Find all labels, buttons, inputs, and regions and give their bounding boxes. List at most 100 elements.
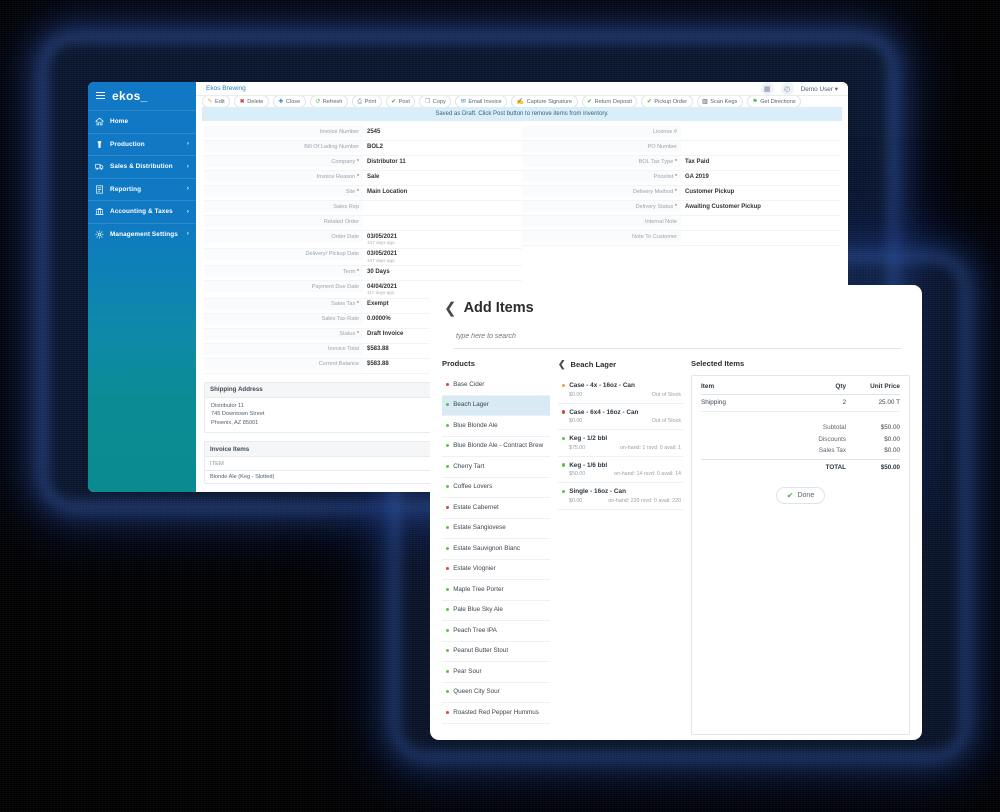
- form-value[interactable]: Sale: [363, 171, 522, 182]
- sidebar-item-accounting-taxes[interactable]: Accounting & Taxes ›: [88, 200, 196, 223]
- selected-items-panel: Item Qty Unit Price Shipping 2 25.00 T Sub…: [691, 375, 910, 735]
- capture-signature-button[interactable]: ✍ Capture Signature: [511, 96, 578, 108]
- table-row[interactable]: Shipping 2 25.00 T: [701, 395, 900, 412]
- list-item[interactable]: Roasted Red Pepper Hummus: [442, 703, 550, 724]
- form-value[interactable]: Main Location: [363, 186, 522, 197]
- selected-item-unit-price[interactable]: 25.00 T: [846, 399, 900, 406]
- list-item[interactable]: Estate Sangiovese: [442, 519, 550, 539]
- print-button[interactable]: ⎙ Print: [351, 96, 382, 108]
- chevron-right-icon: ›: [186, 208, 189, 215]
- selected-item-qty[interactable]: 2: [804, 399, 846, 406]
- edit-button[interactable]: ✎ Edit: [202, 96, 231, 108]
- get-directions-button[interactable]: ⚑ Get Directions: [746, 96, 802, 108]
- list-item[interactable]: Beach Lager: [442, 395, 550, 416]
- status-dot-icon: [446, 567, 450, 571]
- list-item[interactable]: Cherry Tart: [442, 457, 550, 478]
- variant-meta: $75.00 on-hand: 1 rsvd: 0 avail: 1: [562, 445, 681, 451]
- variant-list: Case - 4x - 16oz - Can $0.00 Out of Stock C…: [558, 377, 683, 510]
- form-value[interactable]: Tax Paid: [681, 156, 840, 167]
- variant-meta: $50.00 on-hand: 14 rsvd: 0 avail: 14: [562, 471, 681, 477]
- sidebar-item-reporting[interactable]: Reporting ›: [88, 177, 196, 201]
- modal-title: Add Items: [463, 300, 534, 316]
- scan-kegs-button[interactable]: ▥ Scan Kegs: [696, 96, 743, 108]
- edit-icon: ✎: [207, 98, 213, 105]
- form-value[interactable]: [363, 201, 522, 206]
- close-button[interactable]: ✚ Close: [272, 96, 306, 108]
- return-deposit-button[interactable]: ✔ Return Deposit: [581, 96, 638, 108]
- list-item[interactable]: Keg - 1/2 bbl $75.00 on-hand: 1 rsvd: 0 av…: [558, 430, 683, 457]
- form-value[interactable]: [681, 141, 840, 146]
- form-value[interactable]: [363, 216, 522, 221]
- form-label: Invoice Total: [204, 343, 363, 355]
- list-item[interactable]: Case - 6x4 - 16oz - Can $0.00 Out of Stock: [558, 404, 683, 430]
- list-item[interactable]: Case - 4x - 16oz - Can $0.00 Out of Stock: [558, 377, 683, 404]
- email-invoice-button[interactable]: ✉ Email Invoice: [455, 96, 508, 108]
- form-value[interactable]: [681, 126, 840, 131]
- list-item[interactable]: Blue Blonde Ale - Contract Brew: [442, 437, 550, 457]
- button-label: Print: [364, 98, 377, 105]
- list-item[interactable]: Estate Sauvignon Blanc: [442, 539, 550, 560]
- refresh-icon: ↺: [315, 98, 321, 105]
- list-item[interactable]: Peanut Butter Stout: [442, 642, 550, 662]
- form-value[interactable]: Awaiting Customer Pickup: [681, 201, 840, 212]
- list-item[interactable]: Peach Tree IPA: [442, 621, 550, 642]
- form-value[interactable]: 03/05/2021 147 days ago: [363, 249, 522, 266]
- list-item[interactable]: Maple Tree Porter: [442, 580, 550, 601]
- refresh-button[interactable]: ↺ Refresh: [309, 96, 348, 108]
- apps-grid-icon[interactable]: ▦: [760, 82, 774, 95]
- form-value[interactable]: Distributor 11: [363, 156, 522, 167]
- form-row: PO Number: [522, 141, 840, 157]
- total-value: $0.00: [884, 446, 900, 454]
- back-chevron-icon[interactable]: ❮: [558, 359, 566, 370]
- list-item[interactable]: Pale Blue Sky Ale: [442, 601, 550, 621]
- form-value[interactable]: 03/05/2021 147 days ago: [363, 231, 522, 248]
- list-item[interactable]: Blue Blonde Ale: [442, 416, 550, 437]
- search-input[interactable]: [454, 332, 906, 341]
- form-value[interactable]: 30 Days: [363, 266, 522, 277]
- list-item[interactable]: Base Cider: [442, 375, 550, 396]
- form-value[interactable]: BOL2: [363, 141, 522, 152]
- sidebar-item-sales-distribution[interactable]: Sales & Distribution ›: [88, 155, 196, 178]
- variant-name: Single - 16oz - Can: [569, 488, 627, 495]
- totals-block: Subtotal $50.00 Discounts $0.00 Sales Tax $0.…: [701, 422, 900, 473]
- list-item[interactable]: Estate Cabernet: [442, 498, 550, 519]
- report-icon: [95, 185, 104, 194]
- list-item[interactable]: Keg - 1/6 bbl $50.00 on-hand: 14 rsvd: 0 a…: [558, 457, 683, 483]
- truck-icon: [95, 162, 104, 171]
- modal-columns: Products Base Cider Beach Lager Blue Blond…: [430, 359, 922, 735]
- sidebar-item-label: Accounting & Taxes: [110, 208, 173, 216]
- list-item[interactable]: Estate Viognier: [442, 560, 550, 580]
- button-label: Pickup Order: [654, 98, 688, 105]
- form-label: Status *: [204, 328, 363, 340]
- post-button[interactable]: ✔ Post: [385, 96, 416, 108]
- history-clock-icon[interactable]: ◴: [780, 82, 794, 95]
- hamburger-menu-icon[interactable]: [96, 92, 105, 100]
- delete-button[interactable]: ✖ Delete: [234, 96, 269, 108]
- list-item[interactable]: Queen City Sour: [442, 683, 550, 703]
- sidebar-item-management-settings[interactable]: Management Settings ›: [88, 222, 196, 246]
- form-value[interactable]: [681, 231, 840, 236]
- form-value[interactable]: 2545: [363, 126, 522, 137]
- sidebar-item-home[interactable]: Home: [88, 110, 196, 133]
- done-button[interactable]: ✔ Done: [775, 487, 826, 505]
- copy-button[interactable]: ❐ Copy: [419, 96, 452, 108]
- product-name: Peach Tree IPA: [453, 626, 497, 634]
- form-value[interactable]: [681, 216, 840, 221]
- pickup-order-button[interactable]: ✔ Pickup Order: [641, 96, 693, 108]
- variant-stock: Out of Stock: [651, 418, 681, 424]
- list-item[interactable]: Single - 16oz - Can $0.00 on-hand: 220 rsv…: [558, 483, 683, 510]
- column-header-item: Item: [701, 383, 715, 390]
- breadcrumb[interactable]: Ekos Brewing: [206, 85, 246, 92]
- form-label: Sales Tax *: [204, 298, 363, 310]
- form-value[interactable]: GA 2019: [681, 171, 840, 182]
- form-label: Sales Tax Rate: [204, 313, 363, 325]
- list-item[interactable]: Pear Sour: [442, 662, 550, 683]
- sidebar-item-production[interactable]: Production ›: [88, 132, 196, 156]
- production-icon: [95, 140, 104, 149]
- sidebar-item-label: Sales & Distribution: [110, 163, 173, 171]
- back-chevron-icon[interactable]: ❮: [444, 301, 457, 316]
- form-value[interactable]: Customer Pickup: [681, 186, 840, 197]
- list-item[interactable]: Coffee Lovers: [442, 478, 550, 498]
- status-dot-icon: [446, 690, 450, 694]
- user-menu[interactable]: Demo User ▾: [801, 85, 838, 93]
